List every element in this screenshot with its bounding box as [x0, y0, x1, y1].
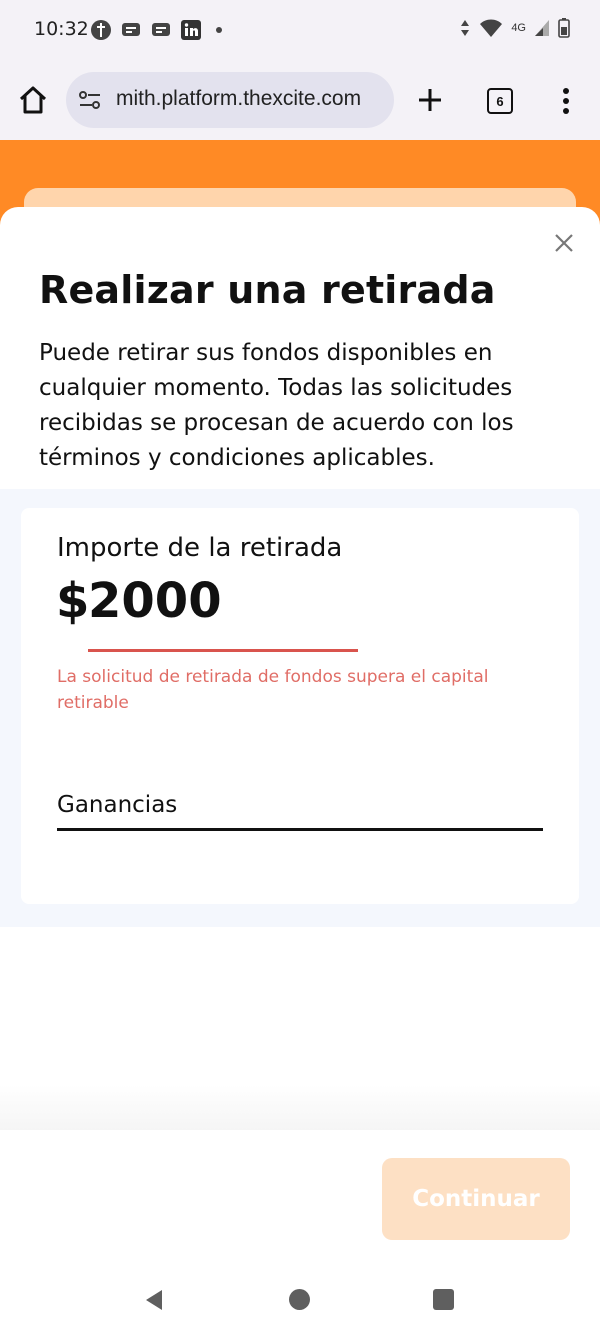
address-bar[interactable]: mith.platform.thexcite.com	[66, 72, 394, 128]
status-bar: 10:32 4G	[0, 0, 600, 62]
amount-input[interactable]: 2000	[88, 573, 222, 629]
amount-label: Importe de la retirada	[57, 533, 343, 563]
message-icon	[122, 23, 140, 36]
wifi-icon	[480, 19, 503, 37]
tab-switcher-button[interactable]: 6	[487, 88, 513, 114]
source-select[interactable]: Ganancias	[57, 792, 177, 818]
modal-title: Realizar una retirada	[39, 268, 496, 312]
footer-fade	[0, 1085, 600, 1130]
recents-icon[interactable]	[433, 1289, 454, 1310]
amount-input-underline	[88, 649, 358, 652]
message-icon-2	[152, 23, 170, 36]
notification-icons	[90, 19, 222, 41]
url-text[interactable]: mith.platform.thexcite.com	[116, 87, 388, 111]
home-nav-icon[interactable]	[289, 1289, 310, 1310]
browser-toolbar: mith.platform.thexcite.com 6	[0, 62, 600, 140]
network-type: 4G	[511, 22, 526, 34]
site-settings-icon[interactable]	[78, 88, 102, 112]
back-icon[interactable]	[142, 1288, 166, 1312]
home-icon[interactable]	[16, 83, 50, 117]
status-time: 10:32	[34, 18, 89, 40]
currency-symbol: $	[56, 573, 90, 629]
data-arrows-icon	[461, 20, 470, 36]
notification-app-icon	[91, 20, 111, 40]
new-tab-icon[interactable]	[414, 84, 446, 116]
modal-description: Puede retirar sus fondos disponibles en …	[39, 340, 514, 471]
source-select-underline	[57, 828, 543, 831]
battery-icon	[558, 18, 570, 38]
signal-icon	[535, 20, 549, 36]
system-icons: 4G	[459, 18, 570, 38]
more-options-icon[interactable]	[556, 86, 576, 116]
continue-button[interactable]: Continuar	[382, 1158, 570, 1240]
amount-error-message: La solicitud de retirada de fondos super…	[57, 667, 489, 713]
more-notifications-dot	[216, 27, 222, 33]
linkedin-icon	[181, 20, 201, 40]
close-icon[interactable]	[550, 229, 578, 257]
